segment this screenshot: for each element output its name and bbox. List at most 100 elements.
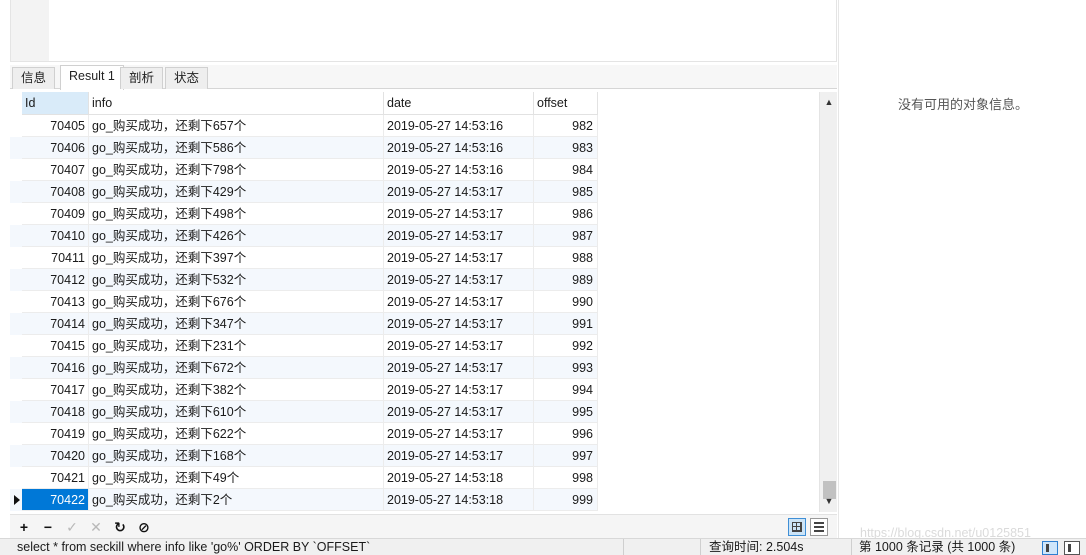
table-row[interactable]: 70409 go_购买成功，还剩下498个 2019-05-27 14:53:17 9… — [10, 203, 598, 225]
cell-id[interactable]: 70405 — [22, 115, 89, 137]
table-row[interactable]: 70415 go_购买成功，还剩下231个 2019-05-27 14:53:17 9… — [10, 335, 598, 357]
status-grid-view-icon[interactable] — [1042, 541, 1058, 555]
cell-info[interactable]: go_购买成功，还剩下622个 — [89, 423, 384, 445]
table-row[interactable]: 70422 go_购买成功，还剩下2个 2019-05-27 14:53:18 999 — [10, 489, 598, 511]
cell-id[interactable]: 70411 — [22, 247, 89, 269]
scroll-down-icon[interactable]: ▼ — [823, 496, 835, 506]
table-row[interactable]: 70412 go_购买成功，还剩下532个 2019-05-27 14:53:17 9… — [10, 269, 598, 291]
table-row[interactable]: 70405 go_购买成功，还剩下657个 2019-05-27 14:53:16 9… — [10, 115, 598, 137]
cell-offset[interactable]: 992 — [534, 335, 598, 357]
cell-date[interactable]: 2019-05-27 14:53:17 — [384, 269, 534, 291]
cell-info[interactable]: go_购买成功，还剩下798个 — [89, 159, 384, 181]
cell-date[interactable]: 2019-05-27 14:53:17 — [384, 247, 534, 269]
table-row[interactable]: 70420 go_购买成功，还剩下168个 2019-05-27 14:53:17 9… — [10, 445, 598, 467]
cell-date[interactable]: 2019-05-27 14:53:17 — [384, 423, 534, 445]
scroll-up-icon[interactable]: ▲ — [823, 97, 835, 107]
cell-offset[interactable]: 998 — [534, 467, 598, 489]
cell-info[interactable]: go_购买成功，还剩下672个 — [89, 357, 384, 379]
table-row[interactable]: 70421 go_购买成功，还剩下49个 2019-05-27 14:53:18 99… — [10, 467, 598, 489]
minus-icon[interactable]: − — [39, 518, 57, 536]
cell-date[interactable]: 2019-05-27 14:53:16 — [384, 137, 534, 159]
cell-date[interactable]: 2019-05-27 14:53:17 — [384, 357, 534, 379]
cell-offset[interactable]: 985 — [534, 181, 598, 203]
cell-id[interactable]: 70414 — [22, 313, 89, 335]
table-row[interactable]: 70417 go_购买成功，还剩下382个 2019-05-27 14:53:17 9… — [10, 379, 598, 401]
status-form-view-icon[interactable] — [1064, 541, 1080, 555]
cell-offset[interactable]: 988 — [534, 247, 598, 269]
cell-info[interactable]: go_购买成功，还剩下610个 — [89, 401, 384, 423]
cell-id[interactable]: 70417 — [22, 379, 89, 401]
cell-info[interactable]: go_购买成功，还剩下657个 — [89, 115, 384, 137]
table-row[interactable]: 70414 go_购买成功，还剩下347个 2019-05-27 14:53:17 9… — [10, 313, 598, 335]
cell-info[interactable]: go_购买成功，还剩下426个 — [89, 225, 384, 247]
cell-date[interactable]: 2019-05-27 14:53:16 — [384, 115, 534, 137]
check-icon[interactable]: ✓ — [63, 518, 81, 536]
table-row[interactable]: 70408 go_购买成功，还剩下429个 2019-05-27 14:53:17 9… — [10, 181, 598, 203]
sql-editor[interactable] — [10, 0, 837, 62]
grid-view-icon[interactable] — [788, 518, 806, 536]
cell-id[interactable]: 70409 — [22, 203, 89, 225]
cell-date[interactable]: 2019-05-27 14:53:17 — [384, 335, 534, 357]
cell-info[interactable]: go_购买成功，还剩下498个 — [89, 203, 384, 225]
table-row[interactable]: 70411 go_购买成功，还剩下397个 2019-05-27 14:53:17 9… — [10, 247, 598, 269]
cell-id[interactable]: 70410 — [22, 225, 89, 247]
cell-date[interactable]: 2019-05-27 14:53:17 — [384, 445, 534, 467]
column-header-date[interactable]: date — [384, 92, 534, 115]
grid-vertical-scrollbar[interactable]: ▲ ▼ — [819, 92, 837, 512]
cell-id[interactable]: 70406 — [22, 137, 89, 159]
tab-status[interactable]: 状态 — [165, 67, 209, 89]
cell-info[interactable]: go_购买成功，还剩下347个 — [89, 313, 384, 335]
cell-date[interactable]: 2019-05-27 14:53:18 — [384, 467, 534, 489]
cell-date[interactable]: 2019-05-27 14:53:17 — [384, 291, 534, 313]
cell-info[interactable]: go_购买成功，还剩下49个 — [89, 467, 384, 489]
table-row[interactable]: 70407 go_购买成功，还剩下798个 2019-05-27 14:53:16 9… — [10, 159, 598, 181]
table-row[interactable]: 70413 go_购买成功，还剩下676个 2019-05-27 14:53:17 9… — [10, 291, 598, 313]
stop-icon[interactable]: ⊘ — [135, 518, 153, 536]
cell-offset[interactable]: 995 — [534, 401, 598, 423]
cell-info[interactable]: go_购买成功，还剩下676个 — [89, 291, 384, 313]
cell-info[interactable]: go_购买成功，还剩下397个 — [89, 247, 384, 269]
cell-id[interactable]: 70416 — [22, 357, 89, 379]
plus-icon[interactable]: + — [15, 518, 33, 536]
cell-info[interactable]: go_购买成功，还剩下532个 — [89, 269, 384, 291]
form-view-icon[interactable] — [810, 518, 828, 536]
cell-id[interactable]: 70412 — [22, 269, 89, 291]
cell-date[interactable]: 2019-05-27 14:53:17 — [384, 401, 534, 423]
cell-info[interactable]: go_购买成功，还剩下231个 — [89, 335, 384, 357]
cell-offset[interactable]: 999 — [534, 489, 598, 511]
cell-date[interactable]: 2019-05-27 14:53:17 — [384, 313, 534, 335]
result-grid[interactable]: Id info date offset 70405 go_购买成功，还剩下657个… — [10, 92, 819, 512]
cell-date[interactable]: 2019-05-27 14:53:17 — [384, 181, 534, 203]
cell-id[interactable]: 70407 — [22, 159, 89, 181]
cell-info[interactable]: go_购买成功，还剩下2个 — [89, 489, 384, 511]
cell-date[interactable]: 2019-05-27 14:53:17 — [384, 225, 534, 247]
cell-offset[interactable]: 990 — [534, 291, 598, 313]
cell-date[interactable]: 2019-05-27 14:53:18 — [384, 489, 534, 511]
refresh-icon[interactable]: ↻ — [111, 518, 129, 536]
cell-info[interactable]: go_购买成功，还剩下429个 — [89, 181, 384, 203]
tab-info[interactable]: 信息 — [12, 67, 56, 89]
table-row[interactable]: 70418 go_购买成功，还剩下610个 2019-05-27 14:53:17 9… — [10, 401, 598, 423]
cell-date[interactable]: 2019-05-27 14:53:17 — [384, 379, 534, 401]
tab-result-1[interactable]: Result 1 — [60, 65, 124, 90]
column-header-id[interactable]: Id — [22, 92, 89, 115]
table-row[interactable]: 70416 go_购买成功，还剩下672个 2019-05-27 14:53:17 9… — [10, 357, 598, 379]
tab-profile[interactable]: 剖析 — [120, 67, 164, 89]
cell-id[interactable]: 70413 — [22, 291, 89, 313]
cell-id[interactable]: 70419 — [22, 423, 89, 445]
cell-date[interactable]: 2019-05-27 14:53:16 — [384, 159, 534, 181]
cell-offset[interactable]: 986 — [534, 203, 598, 225]
table-row[interactable]: 70419 go_购买成功，还剩下622个 2019-05-27 14:53:17 9… — [10, 423, 598, 445]
cell-id[interactable]: 70422 — [22, 489, 89, 511]
cell-offset[interactable]: 991 — [534, 313, 598, 335]
cell-date[interactable]: 2019-05-27 14:53:17 — [384, 203, 534, 225]
cell-offset[interactable]: 987 — [534, 225, 598, 247]
cell-offset[interactable]: 993 — [534, 357, 598, 379]
cell-offset[interactable]: 982 — [534, 115, 598, 137]
cell-id[interactable]: 70420 — [22, 445, 89, 467]
cell-info[interactable]: go_购买成功，还剩下586个 — [89, 137, 384, 159]
cell-offset[interactable]: 997 — [534, 445, 598, 467]
cell-offset[interactable]: 996 — [534, 423, 598, 445]
cell-offset[interactable]: 989 — [534, 269, 598, 291]
cell-id[interactable]: 70421 — [22, 467, 89, 489]
